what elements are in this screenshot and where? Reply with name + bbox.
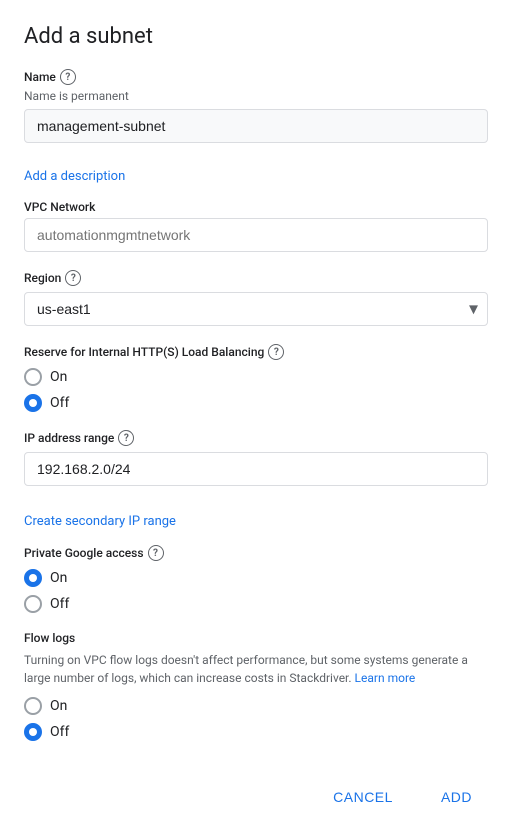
ip-address-range-input[interactable] [24,452,488,486]
private-google-access-on-label: On [50,570,67,586]
name-section: Name ? Name is permanent [24,69,488,143]
name-help-icon[interactable]: ? [60,69,76,85]
flow-logs-on-option[interactable]: On [24,697,488,715]
region-select[interactable]: us-east1 [24,292,488,326]
flow-logs-on-radio[interactable] [24,697,42,715]
flow-logs-off-option[interactable]: Off [24,723,488,741]
private-google-access-on-option[interactable]: On [24,569,488,587]
region-label: Region ? [24,270,488,286]
load-balancing-on-label: On [50,369,67,385]
region-help-icon[interactable]: ? [65,270,81,286]
name-label: Name ? [24,69,488,85]
private-google-access-radio-group: On Off [24,569,488,613]
region-section: Region ? us-east1 ▾ [24,270,488,326]
flow-logs-section: Flow logs Turning on VPC flow logs doesn… [24,631,488,741]
flow-logs-on-label: On [50,698,67,714]
name-hint: Name is permanent [24,89,488,103]
private-google-access-help-icon[interactable]: ? [148,545,164,561]
learn-more-link[interactable]: Learn more [355,671,416,685]
footer: CANCEL ADD [24,773,488,813]
ip-address-range-section: IP address range ? [24,430,488,486]
flow-logs-off-label: Off [50,724,69,740]
load-balancing-on-option[interactable]: On [24,368,488,386]
flow-logs-label: Flow logs [24,631,488,645]
private-google-access-off-option[interactable]: Off [24,595,488,613]
vpc-network-section: VPC Network [24,200,488,252]
add-description-link[interactable]: Add a description [24,169,125,184]
vpc-network-label: VPC Network [24,200,488,214]
ip-address-help-icon[interactable]: ? [118,430,134,446]
load-balancing-off-label: Off [50,395,69,411]
private-google-access-section: Private Google access ? On Off [24,545,488,613]
load-balancing-off-option[interactable]: Off [24,394,488,412]
cancel-button[interactable]: CANCEL [317,781,409,813]
region-select-wrapper: us-east1 ▾ [24,292,488,326]
add-button[interactable]: ADD [425,781,488,813]
load-balancing-off-radio[interactable] [24,394,42,412]
vpc-network-input[interactable] [24,218,488,252]
load-balancing-section: Reserve for Internal HTTP(S) Load Balanc… [24,344,488,412]
private-google-access-label: Private Google access ? [24,545,488,561]
flow-logs-radio-group: On Off [24,697,488,741]
ip-address-range-label: IP address range ? [24,430,488,446]
load-balancing-radio-group: On Off [24,368,488,412]
name-input[interactable] [24,109,488,143]
create-secondary-ip-range-link[interactable]: Create secondary IP range [24,514,176,529]
load-balancing-label: Reserve for Internal HTTP(S) Load Balanc… [24,344,488,360]
private-google-access-off-radio[interactable] [24,595,42,613]
page-title: Add a subnet [24,24,488,49]
flow-logs-description: Turning on VPC flow logs doesn't affect … [24,651,488,687]
flow-logs-off-radio[interactable] [24,723,42,741]
load-balancing-on-radio[interactable] [24,368,42,386]
private-google-access-on-radio[interactable] [24,569,42,587]
private-google-access-off-label: Off [50,596,69,612]
load-balancing-help-icon[interactable]: ? [268,344,284,360]
